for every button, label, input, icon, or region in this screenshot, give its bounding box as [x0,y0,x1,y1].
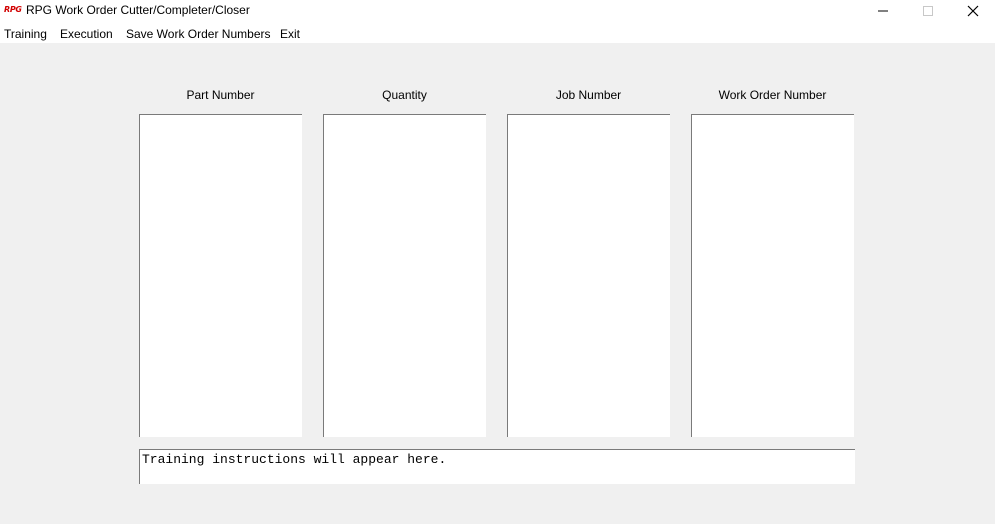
window-title: RPG Work Order Cutter/Completer/Closer [26,3,250,17]
menu-item-training[interactable]: Training [4,27,47,41]
app-logo: RPG [4,5,22,14]
work-order-number-header: Work Order Number [718,88,827,102]
work-order-number-list[interactable] [691,114,854,437]
menu-item-save-work-order-numbers[interactable]: Save Work Order Numbers [126,27,271,41]
maximize-icon [923,6,933,16]
part-number-list[interactable] [139,114,302,437]
app-window: RPG RPG Work Order Cutter/Completer/Clos… [0,0,995,524]
part-number-header: Part Number [186,88,255,102]
minimize-button[interactable] [860,0,906,22]
menu-bar: Training Execution Save Work Order Numbe… [0,22,995,43]
quantity-header: Quantity [382,88,427,102]
menu-item-execution[interactable]: Execution [60,27,113,41]
job-number-header: Job Number [555,88,622,102]
quantity-list[interactable] [323,114,486,437]
job-number-list[interactable] [507,114,670,437]
close-button[interactable] [950,0,995,22]
training-instructions-text: Training instructions will appear here. [142,452,447,467]
title-bar[interactable]: RPG RPG Work Order Cutter/Completer/Clos… [0,0,995,22]
training-instructions-box[interactable]: Training instructions will appear here. [139,449,855,484]
maximize-button[interactable] [905,0,951,22]
menu-item-exit[interactable]: Exit [280,27,300,41]
minimize-icon [878,10,888,12]
close-icon [967,5,979,17]
